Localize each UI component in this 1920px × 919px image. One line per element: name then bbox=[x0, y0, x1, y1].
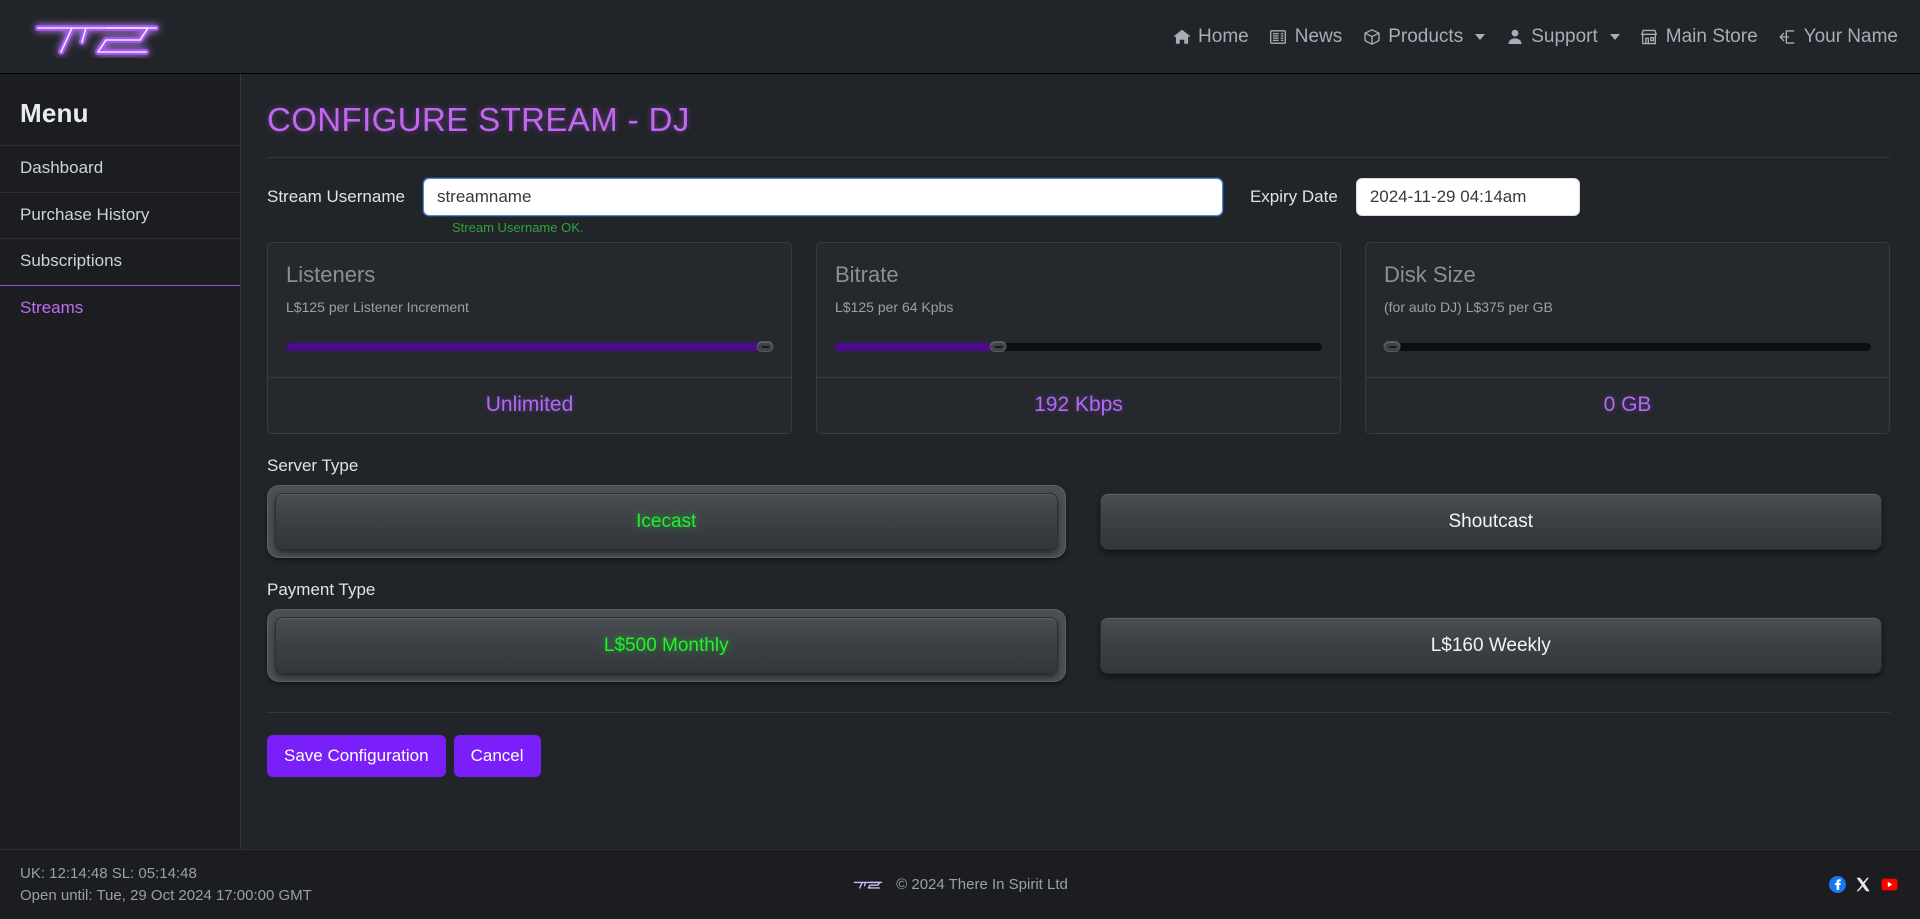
card-listeners-title: Listeners bbox=[286, 262, 376, 287]
bitrate-slider-fill bbox=[835, 343, 996, 351]
expiry-date-input[interactable] bbox=[1355, 178, 1580, 216]
stream-username-label: Stream Username bbox=[267, 187, 405, 206]
nav-item-support-label: Support bbox=[1531, 26, 1598, 47]
box-icon bbox=[1362, 27, 1381, 46]
main-content: CONFIGURE STREAM - DJ Stream Username Ex… bbox=[241, 74, 1920, 849]
listeners-slider-knob[interactable] bbox=[756, 341, 774, 352]
cancel-button[interactable]: Cancel bbox=[453, 735, 541, 777]
chevron-down-icon bbox=[1609, 33, 1620, 40]
card-listeners-value: Unlimited bbox=[268, 377, 791, 433]
nav-item-home[interactable]: Home bbox=[1172, 27, 1249, 46]
username-validation-message: Stream Username OK. bbox=[452, 220, 584, 235]
nav-item-your-name-label: Your Name bbox=[1803, 26, 1898, 47]
card-bitrate-body: Bitrate L$125 per 64 Kpbs bbox=[817, 243, 1340, 377]
save-configuration-button[interactable]: Save Configuration bbox=[267, 735, 446, 777]
nav-item-products[interactable]: Products bbox=[1362, 26, 1486, 47]
server-type-option-icecast[interactable]: Icecast bbox=[275, 493, 1058, 550]
payment-type-label: Payment Type bbox=[267, 580, 376, 599]
stream-option-cards: Listeners L$125 per Listener Increment U… bbox=[267, 242, 1890, 434]
footer-copyright-text: © 2024 There In Spirit Ltd bbox=[896, 876, 1068, 893]
sidebar-item-dashboard[interactable]: Dashboard bbox=[0, 145, 240, 192]
nav-item-news[interactable]: News bbox=[1269, 26, 1343, 47]
nav-item-news-label: News bbox=[1294, 26, 1343, 47]
card-disk-size-value: 0 GB bbox=[1366, 377, 1889, 433]
nav-links: Home News Products Support Main Store Yo… bbox=[1172, 27, 1898, 46]
card-disk-size-subtitle: (for auto DJ) L$375 per GB bbox=[1384, 299, 1553, 315]
facebook-icon[interactable] bbox=[1829, 876, 1846, 893]
action-buttons: Save Configuration Cancel bbox=[267, 713, 1890, 777]
sidebar-item-subscriptions[interactable]: Subscriptions bbox=[0, 238, 240, 285]
stream-username-input[interactable] bbox=[422, 178, 1223, 216]
bitrate-slider[interactable] bbox=[835, 341, 1322, 353]
nav-item-main-store[interactable]: Main Store bbox=[1640, 27, 1758, 46]
listeners-slider[interactable] bbox=[286, 341, 774, 353]
server-type-option-shoutcast[interactable]: Shoutcast bbox=[1099, 493, 1882, 550]
disk-size-slider[interactable] bbox=[1383, 341, 1871, 353]
tis-logo-icon bbox=[35, 24, 159, 55]
nav-item-support[interactable]: Support bbox=[1505, 27, 1620, 46]
expiry-date-label: Expiry Date bbox=[1249, 187, 1338, 206]
app-root: Home News Products Support Main Store Yo… bbox=[0, 0, 1920, 919]
card-bitrate-subtitle: L$125 per 64 Kpbs bbox=[835, 299, 954, 315]
shop-icon bbox=[1640, 27, 1659, 46]
card-disk-size: Disk Size (for auto DJ) L$375 per GB 0 G… bbox=[1365, 242, 1890, 434]
card-listeners-body: Listeners L$125 per Listener Increment bbox=[268, 243, 791, 377]
payment-type-group: Payment Type L$500 Monthly L$160 Weekly bbox=[267, 580, 1890, 682]
title-divider bbox=[267, 157, 1890, 158]
payment-type-option-weekly-wrap: L$160 Weekly bbox=[1092, 609, 1891, 682]
server-type-option-icecast-wrap: Icecast bbox=[267, 485, 1066, 558]
x-twitter-icon[interactable] bbox=[1855, 876, 1872, 893]
brand-logo[interactable] bbox=[28, 0, 176, 73]
footer: UK: 12:14:48 SL: 05:14:48 Open until: Tu… bbox=[0, 849, 1920, 919]
sidebar: Menu Dashboard Purchase History Subscrip… bbox=[0, 74, 241, 849]
youtube-icon[interactable] bbox=[1881, 876, 1898, 893]
disk-size-slider-knob[interactable] bbox=[1383, 341, 1401, 352]
nav-item-products-label: Products bbox=[1388, 26, 1464, 47]
card-listeners-subtitle: L$125 per Listener Increment bbox=[286, 299, 469, 315]
disk-size-slider-track bbox=[1384, 343, 1871, 351]
logout-icon bbox=[1778, 27, 1797, 46]
server-type-label: Server Type bbox=[267, 456, 359, 475]
server-type-option-shoutcast-wrap: Shoutcast bbox=[1092, 485, 1891, 558]
footer-status: UK: 12:14:48 SL: 05:14:48 Open until: Tu… bbox=[20, 863, 312, 907]
person-icon bbox=[1505, 27, 1524, 46]
nav-item-home-label: Home bbox=[1198, 26, 1249, 47]
top-navigation-bar: Home News Products Support Main Store Yo… bbox=[0, 0, 1920, 74]
server-type-group: Server Type Icecast Shoutcast bbox=[267, 456, 1890, 558]
nav-item-your-name[interactable]: Your Name bbox=[1778, 27, 1898, 46]
footer-copyright-block: © 2024 There In Spirit Ltd bbox=[852, 876, 1068, 893]
payment-type-option-monthly-wrap: L$500 Monthly bbox=[267, 609, 1066, 682]
payment-type-options: L$500 Monthly L$160 Weekly bbox=[267, 609, 1890, 682]
sidebar-item-streams[interactable]: Streams bbox=[0, 285, 240, 332]
home-icon bbox=[1172, 27, 1191, 46]
server-type-options: Icecast Shoutcast bbox=[267, 485, 1890, 558]
card-disk-size-title: Disk Size bbox=[1384, 262, 1476, 287]
footer-open-until-line: Open until: Tue, 29 Oct 2024 17:00:00 GM… bbox=[20, 886, 312, 904]
nav-item-main-store-label: Main Store bbox=[1665, 26, 1758, 47]
payment-type-option-weekly[interactable]: L$160 Weekly bbox=[1099, 617, 1882, 674]
listeners-slider-fill bbox=[286, 343, 773, 351]
tis-logo-icon-small bbox=[853, 881, 883, 889]
card-bitrate-value: 192 Kbps bbox=[817, 377, 1340, 433]
stream-form-row: Stream Username Expiry Date Stream Usern… bbox=[267, 178, 1890, 235]
footer-clock-line: UK: 12:14:48 SL: 05:14:48 bbox=[20, 864, 197, 882]
payment-type-option-monthly[interactable]: L$500 Monthly bbox=[275, 617, 1058, 674]
page-body: Menu Dashboard Purchase History Subscrip… bbox=[0, 74, 1920, 849]
chevron-down-icon bbox=[1475, 33, 1486, 40]
card-listeners: Listeners L$125 per Listener Increment U… bbox=[267, 242, 792, 434]
newspaper-icon bbox=[1269, 27, 1288, 46]
footer-social-links bbox=[1829, 876, 1898, 893]
sidebar-title: Menu bbox=[20, 98, 89, 128]
sidebar-item-purchase-history[interactable]: Purchase History bbox=[0, 191, 240, 239]
card-disk-size-body: Disk Size (for auto DJ) L$375 per GB bbox=[1366, 243, 1889, 377]
bitrate-slider-knob[interactable] bbox=[989, 341, 1007, 352]
card-bitrate-title: Bitrate bbox=[835, 262, 899, 287]
card-bitrate: Bitrate L$125 per 64 Kpbs 192 Kbps bbox=[816, 242, 1341, 434]
page-title: CONFIGURE STREAM - DJ bbox=[267, 101, 690, 138]
